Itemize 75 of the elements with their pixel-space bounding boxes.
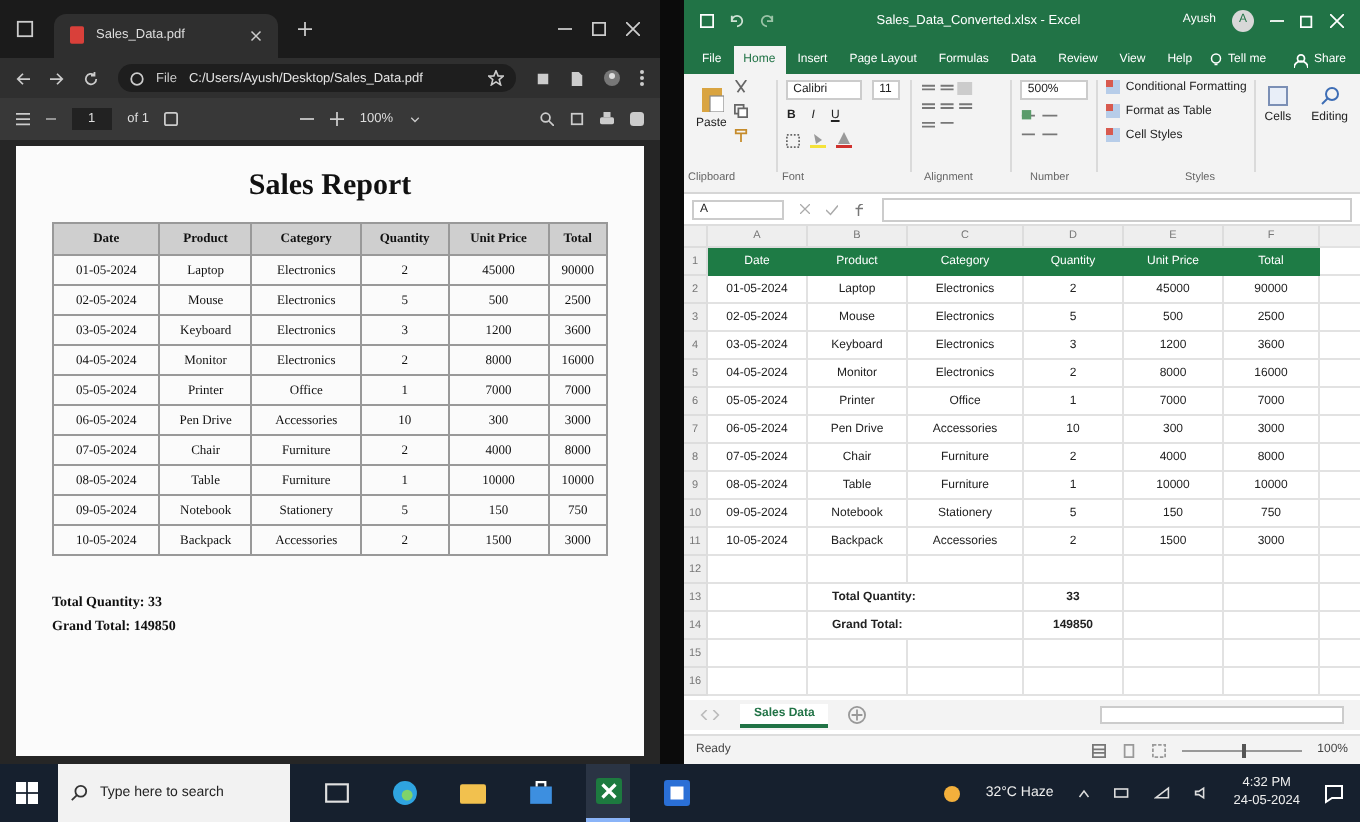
maximize-icon[interactable] (592, 22, 606, 36)
font-color-icon[interactable] (835, 132, 852, 148)
caret-icon[interactable] (409, 114, 420, 124)
clipboard-icon (699, 84, 724, 112)
horizontal-scrollbar[interactable] (1100, 706, 1344, 724)
close-icon[interactable] (250, 29, 262, 41)
table-style-icon (1105, 128, 1120, 142)
table-style-icon (1105, 104, 1120, 118)
page-break-icon[interactable] (1151, 743, 1166, 757)
back-icon[interactable] (16, 71, 30, 85)
empty-cell (1124, 668, 1224, 696)
empty-cell (908, 640, 1024, 668)
minimize-icon[interactable] (558, 22, 572, 36)
zoom-in-icon[interactable] (329, 112, 344, 126)
fit-page-icon[interactable] (164, 112, 179, 126)
cells-icon (1267, 86, 1288, 106)
report-title: Sales Report (246, 170, 414, 204)
fill-color-icon[interactable] (809, 132, 826, 148)
undo-icon[interactable] (730, 13, 744, 27)
restore-icon[interactable] (1300, 13, 1314, 27)
person-icon (1293, 53, 1308, 67)
redo-icon[interactable] (760, 13, 774, 27)
zoom-slider-thumb[interactable] (1241, 743, 1246, 757)
save-icon[interactable] (700, 13, 714, 27)
new-tab-icon[interactable] (298, 22, 312, 36)
empty-cell (808, 640, 908, 668)
empty-cell (908, 556, 1024, 584)
document-icon[interactable] (570, 71, 584, 85)
lightbulb-icon (1210, 52, 1223, 68)
search-icon (70, 784, 88, 802)
empty-cell (908, 668, 1024, 696)
add-sheet-icon[interactable] (848, 706, 867, 724)
empty-cell (808, 668, 908, 696)
empty-cell (1024, 556, 1124, 584)
empty-cell (1124, 584, 1224, 612)
battery-icon[interactable] (1113, 786, 1130, 800)
windows-start-icon[interactable] (16, 782, 38, 804)
empty-cell (1124, 612, 1224, 640)
copy-icon[interactable] (734, 104, 749, 118)
tab-actions-icon[interactable] (16, 20, 34, 38)
star-icon[interactable] (488, 70, 504, 86)
empty-cell (1124, 640, 1224, 668)
checkmark-icon[interactable] (826, 203, 838, 215)
speaker-icon[interactable] (1193, 786, 1210, 800)
empty-cell (1024, 668, 1124, 696)
minus-icon[interactable] (46, 114, 56, 124)
empty-cell (1024, 640, 1124, 668)
empty-cell (1124, 556, 1224, 584)
zoom-out-icon[interactable] (299, 112, 314, 126)
brush-icon[interactable] (734, 128, 749, 142)
function-icon[interactable] (854, 203, 866, 215)
menu-icon[interactable] (16, 112, 30, 126)
alignment-icon[interactable] (919, 82, 976, 134)
table-style-icon (1105, 80, 1120, 94)
excel-app-icon[interactable] (586, 764, 630, 822)
notification-icon[interactable] (1324, 783, 1344, 803)
search-icon[interactable] (540, 112, 554, 126)
normal-view-icon[interactable] (1091, 743, 1106, 757)
weather-icon (941, 783, 962, 803)
formula-field[interactable] (882, 197, 1352, 221)
page-layout-icon[interactable] (1121, 743, 1136, 757)
search-icon (1319, 86, 1340, 106)
border-icon[interactable] (785, 133, 800, 147)
reload-icon[interactable] (84, 71, 98, 85)
info-icon (130, 71, 144, 85)
page-view-icon[interactable] (570, 112, 584, 126)
empty-cell (808, 556, 908, 584)
network-icon[interactable] (1153, 786, 1170, 800)
pdf-icon (70, 26, 84, 44)
close-icon[interactable] (626, 22, 640, 36)
print-icon[interactable] (600, 112, 614, 126)
scissors-icon[interactable] (734, 80, 749, 94)
profile-icon[interactable] (604, 70, 620, 86)
forward-icon[interactable] (50, 71, 64, 85)
chevron-up-icon[interactable] (1077, 787, 1090, 799)
